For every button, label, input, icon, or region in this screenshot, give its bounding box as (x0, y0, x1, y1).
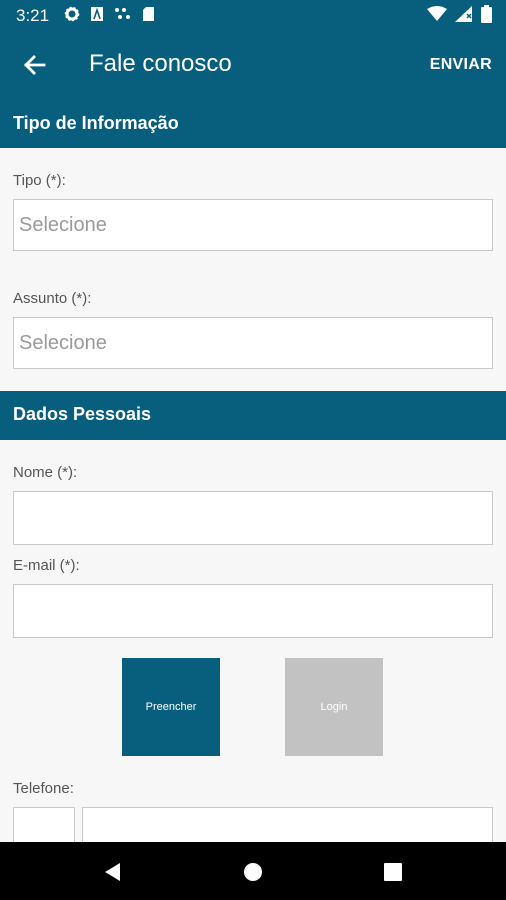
home-circle-icon[interactable] (243, 862, 263, 882)
email-input[interactable] (14, 585, 492, 637)
app-bar: Fale conosco ENVIAR (0, 32, 506, 100)
section-title-personal: Dados Pessoais (13, 404, 152, 424)
back-button[interactable] (18, 48, 52, 82)
section-header-info: Tipo de Informação (0, 100, 506, 148)
a-icon (91, 7, 103, 21)
gear-icon (64, 6, 80, 22)
assunto-select[interactable] (13, 317, 493, 369)
signal-icon (455, 6, 472, 22)
status-bar: 3:21 (0, 0, 506, 32)
navigation-bar (0, 842, 506, 900)
wifi-icon (427, 6, 447, 21)
nome-input[interactable] (14, 492, 492, 544)
status-time: 3:21 (16, 6, 50, 25)
status-system-icons (427, 5, 492, 23)
sd-card-icon (143, 7, 154, 21)
recents-square-icon[interactable] (384, 863, 402, 881)
tipo-select-input[interactable] (14, 200, 492, 250)
assunto-label: Assunto (*): (13, 290, 92, 307)
arrow-back-icon (24, 55, 46, 75)
tipo-select[interactable] (13, 199, 493, 251)
login-button[interactable]: Login (285, 658, 383, 756)
dots-icon (115, 8, 130, 19)
assunto-select-input[interactable] (14, 318, 492, 368)
battery-icon (481, 5, 492, 23)
status-notification-icons (64, 6, 155, 22)
preencher-button[interactable]: Preencher (122, 658, 220, 756)
send-button[interactable]: ENVIAR (430, 56, 492, 74)
page-title: Fale conosco (89, 50, 232, 77)
telefone-label: Telefone: (13, 780, 74, 797)
section-header-personal: Dados Pessoais (0, 391, 506, 440)
email-field[interactable] (13, 584, 493, 638)
email-label: E-mail (*): (13, 557, 80, 574)
back-triangle-icon[interactable] (102, 862, 122, 882)
tipo-label: Tipo (*): (13, 172, 66, 189)
nome-label: Nome (*): (13, 464, 78, 481)
nome-field[interactable] (13, 491, 493, 545)
section-title-info: Tipo de Informação (13, 113, 179, 133)
